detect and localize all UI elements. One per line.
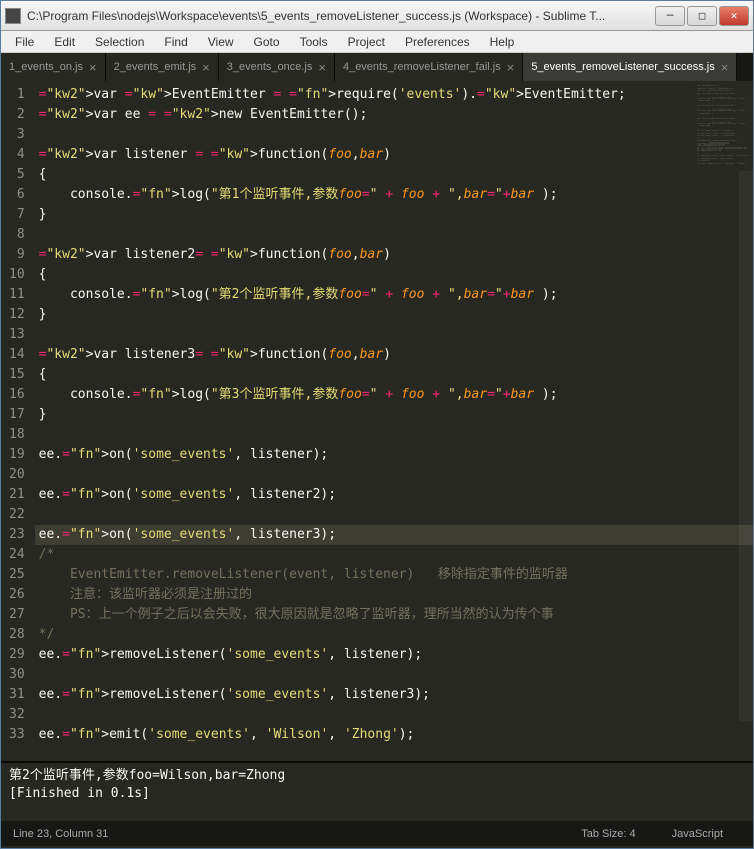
code-content[interactable]: ="kw2">var ="kw">EventEmitter = ="fn">re… (35, 81, 753, 761)
maximize-button[interactable]: □ (687, 6, 717, 26)
menu-find[interactable]: Find (154, 33, 197, 51)
menu-tools[interactable]: Tools (290, 33, 338, 51)
tab-close-icon[interactable]: × (507, 60, 515, 75)
status-tabsize[interactable]: Tab Size: 4 (563, 828, 653, 840)
status-cursor[interactable]: Line 23, Column 31 (13, 828, 563, 840)
console-output: 第2个监听事件,参数foo=Wilson,bar=Zhong [Finished… (1, 763, 753, 821)
title-bar: C:\Program Files\nodejs\Workspace\events… (1, 1, 753, 31)
menu-file[interactable]: File (5, 33, 44, 51)
console-line: 第2个监听事件,参数foo=Wilson,bar=Zhong (9, 767, 745, 785)
menu-preferences[interactable]: Preferences (395, 33, 480, 51)
menu-view[interactable]: View (198, 33, 244, 51)
tab-1[interactable]: 1_events_on.js × (1, 53, 106, 81)
editor-area[interactable]: 1234567891011121314151617181920212223242… (1, 81, 753, 761)
window-controls: ─ □ ✕ (655, 6, 749, 26)
status-bar: Line 23, Column 31 Tab Size: 4 JavaScrip… (1, 821, 753, 846)
line-gutter: 1234567891011121314151617181920212223242… (1, 81, 35, 761)
tab-5[interactable]: 5_events_removeListener_success.js × (523, 53, 737, 81)
tab-label: 3_events_once.js (227, 61, 313, 73)
tab-close-icon[interactable]: × (721, 60, 729, 75)
menu-edit[interactable]: Edit (44, 33, 85, 51)
tab-close-icon[interactable]: × (318, 60, 326, 75)
menu-project[interactable]: Project (338, 33, 395, 51)
status-syntax[interactable]: JavaScript (654, 828, 741, 840)
tab-close-icon[interactable]: × (89, 60, 97, 75)
tab-3[interactable]: 3_events_once.js × (219, 53, 335, 81)
tab-bar: 1_events_on.js × 2_events_emit.js × 3_even… (1, 53, 753, 81)
menu-bar: File Edit Selection Find View Goto Tools… (1, 31, 753, 53)
menu-help[interactable]: Help (480, 33, 525, 51)
menu-goto[interactable]: Goto (244, 33, 290, 51)
scrollbar-thumb[interactable] (739, 171, 753, 721)
minimap[interactable]: var EventEmitter = require('events').Eve… (693, 81, 753, 171)
tab-close-icon[interactable]: × (202, 60, 210, 75)
menu-selection[interactable]: Selection (85, 33, 154, 51)
close-button[interactable]: ✕ (719, 6, 749, 26)
minimize-button[interactable]: ─ (655, 6, 685, 26)
tab-label: 2_events_emit.js (114, 61, 197, 73)
tab-label: 5_events_removeListener_success.js (531, 61, 714, 73)
app-icon (5, 8, 21, 24)
tab-label: 4_events_removeListener_fail.js (343, 61, 501, 73)
tab-4[interactable]: 4_events_removeListener_fail.js × (335, 53, 523, 81)
console-line: [Finished in 0.1s] (9, 785, 745, 803)
tab-2[interactable]: 2_events_emit.js × (106, 53, 219, 81)
tab-label: 1_events_on.js (9, 61, 83, 73)
window-title: C:\Program Files\nodejs\Workspace\events… (27, 9, 655, 23)
minimap-content: var EventEmitter = require('events').Eve… (693, 81, 753, 169)
scrollbar-vertical[interactable] (739, 171, 753, 747)
